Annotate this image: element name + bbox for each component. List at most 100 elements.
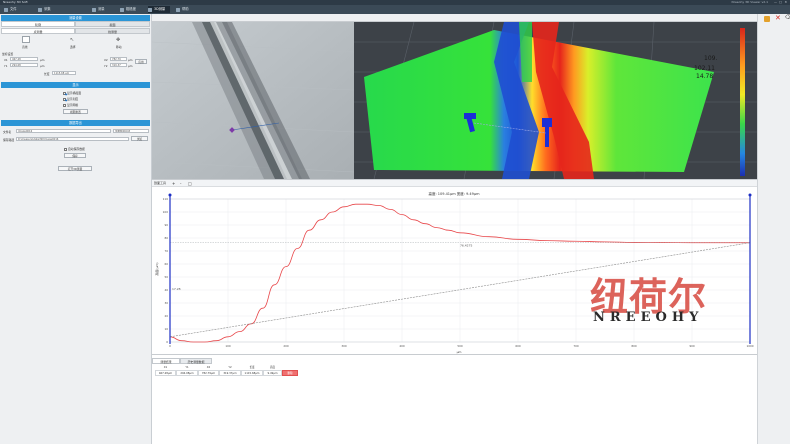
x-tick-label: 0 bbox=[169, 344, 171, 348]
apply-button[interactable]: 应用 bbox=[135, 59, 147, 64]
axis-label-1: 109. bbox=[704, 55, 717, 62]
tab-line-measure[interactable]: 线测量 bbox=[75, 28, 150, 34]
color-scale-bar bbox=[740, 28, 745, 176]
close-red-icon[interactable]: ✕ bbox=[775, 14, 781, 22]
y-tick-label: 100 bbox=[163, 210, 169, 214]
export-format-select[interactable]: 测量数据存储 bbox=[113, 129, 149, 133]
length-field: 1115.68 μm bbox=[52, 71, 76, 75]
view-reset-button[interactable]: 视图重置 bbox=[63, 109, 88, 114]
right-toolbar: ✕ ⌫ bbox=[757, 14, 790, 444]
reference-label: 76.4275 bbox=[460, 244, 472, 248]
x2-unit: μm bbox=[128, 58, 133, 62]
chart-ticks: 0 100 200 300 400 500 600 700 800 900 1000 0 10 20 30 4… bbox=[163, 197, 754, 348]
x2-label: X2 bbox=[104, 58, 108, 62]
coord-title: 坐标设置 bbox=[2, 52, 14, 56]
tab-section[interactable]: 截面 bbox=[75, 21, 150, 27]
x-tick-label: 600 bbox=[515, 344, 521, 348]
microscope-image[interactable] bbox=[152, 22, 354, 179]
axis-label-2: 102.11 bbox=[694, 65, 715, 72]
y-tick-label: 10 bbox=[164, 327, 168, 331]
y-tick-label: 0 bbox=[166, 340, 168, 344]
profile-chart-panel: 剖面工具 + - □ 高度: 109.41μm 宽度: 9.49μm μm 高度… bbox=[152, 179, 757, 354]
y-tick-label: 70 bbox=[164, 249, 168, 253]
toolbar-capture[interactable]: 采集 bbox=[38, 6, 51, 13]
tab-results[interactable]: 测量结果 bbox=[152, 358, 180, 364]
x-tick-label: 800 bbox=[631, 344, 637, 348]
left-panel: 测量设置 轮廓 截面 点测量 线测量 直线 ↖ 选择 ✥ 移动 坐标设置 X1 … bbox=[0, 14, 152, 444]
cursor-right-handle[interactable] bbox=[748, 193, 752, 197]
x-tick-label: 500 bbox=[457, 344, 463, 348]
section-display: 显示 bbox=[1, 82, 150, 88]
tool-line-label: 直线 bbox=[22, 45, 28, 49]
option-cross-section[interactable]: 显示横截面 bbox=[63, 91, 81, 95]
x1-label: X1 bbox=[4, 58, 8, 62]
chart-grid bbox=[169, 198, 751, 343]
cell-height: 9.49μm bbox=[263, 370, 282, 376]
option-scale[interactable]: 显示刻度 bbox=[63, 97, 78, 101]
chart-toolbar: 剖面工具 + - □ bbox=[152, 180, 757, 187]
y-tick-label: 40 bbox=[164, 288, 168, 292]
app-window: Nreeohy 3D Soft Nreeohy 3D Viewer v2.1 —… bbox=[0, 0, 790, 444]
delete-icon[interactable]: ⌫ bbox=[785, 14, 790, 21]
y-tick-label: 20 bbox=[164, 314, 168, 318]
profile-chart[interactable]: 高度: 109.41μm 宽度: 9.49μm μm 高度(μm) 0 100 20… bbox=[152, 187, 757, 355]
cell-y1: 294.08μm bbox=[176, 370, 198, 376]
toolbar-roughness[interactable]: 粗糙度 bbox=[120, 6, 136, 13]
x-tick-label: 700 bbox=[573, 344, 579, 348]
cell-x2: 782.79μm bbox=[198, 370, 219, 376]
save-button[interactable]: 保存 bbox=[64, 153, 86, 158]
auto-save-checkbox[interactable]: 自动保存数据 bbox=[64, 147, 85, 151]
chart-ylabel: 高度(μm) bbox=[154, 262, 159, 275]
tool-select-label: 选择 bbox=[70, 45, 76, 49]
y1-field[interactable]: 294.08 bbox=[10, 63, 38, 67]
y-tick-label: 30 bbox=[164, 301, 168, 305]
tool-select-icon[interactable]: ↖ bbox=[70, 37, 74, 43]
delete-row-button[interactable]: 删除 bbox=[282, 370, 298, 376]
y1-label: Y1 bbox=[4, 64, 8, 68]
x1-field[interactable]: 467.28 bbox=[10, 57, 38, 61]
y-tick-label: 50 bbox=[164, 275, 168, 279]
tool-line-icon[interactable] bbox=[22, 36, 30, 43]
browse-button[interactable]: 浏览 bbox=[131, 136, 148, 141]
tool-move-icon[interactable]: ✥ bbox=[116, 37, 120, 43]
cell-y2: 319.37μm bbox=[219, 370, 241, 376]
cell-x1: 467.28μm bbox=[155, 370, 176, 376]
axis-label-3: 14.78 bbox=[696, 73, 713, 80]
y2-field[interactable]: 319.37 bbox=[110, 63, 127, 67]
folder-icon[interactable] bbox=[764, 16, 770, 22]
x-tick-label: 100 bbox=[225, 344, 231, 348]
cursor-left-handle[interactable] bbox=[168, 193, 172, 197]
y-tick-label: 90 bbox=[164, 223, 168, 227]
fit-button[interactable]: □ bbox=[188, 180, 192, 187]
tab-point-measure[interactable]: 点测量 bbox=[1, 28, 75, 34]
x-tick-label: 900 bbox=[689, 344, 695, 348]
microscope-svg bbox=[152, 22, 354, 179]
save-path-field[interactable]: D:\measure\data\3D\Image0016 bbox=[16, 137, 129, 141]
zoom-in-button[interactable]: + bbox=[172, 180, 175, 187]
y2-label: Y2 bbox=[104, 64, 108, 68]
option-grid[interactable]: 显示网格 bbox=[63, 103, 78, 107]
tab-history[interactable]: 历史测量数据 bbox=[180, 358, 212, 364]
surface-3d-svg: 109. 102.11 14.78 bbox=[354, 22, 757, 179]
toolbar-measure[interactable]: 测量 bbox=[92, 6, 105, 13]
x-tick-label: 1000 bbox=[746, 344, 753, 348]
results-panel: 测量结果 历史测量数据 X1 Y1 X2 Y2 长度 高度 467.28μm 2… bbox=[152, 354, 757, 444]
y-tick-label: 110 bbox=[163, 197, 169, 201]
save-path-label: 保存路径 bbox=[3, 138, 15, 142]
zoom-out-button[interactable]: - bbox=[180, 180, 181, 187]
chart-tool-label: 剖面工具 bbox=[154, 181, 167, 185]
open-3d-button[interactable]: 打开3D测量 bbox=[58, 166, 92, 171]
x2-field[interactable]: 782.79 bbox=[110, 57, 127, 61]
export-filename-field[interactable]: Image0016 bbox=[16, 129, 111, 133]
surface-3d-view[interactable]: 109. 102.11 14.78 bbox=[354, 22, 757, 179]
toolbar-help[interactable]: 帮助 bbox=[176, 6, 189, 13]
toolbar-3d-measure[interactable]: 3D测量 bbox=[148, 6, 170, 13]
toolbar-file[interactable]: 文件 bbox=[4, 6, 17, 13]
tab-profile[interactable]: 轮廓 bbox=[1, 21, 75, 27]
view-header bbox=[152, 14, 757, 22]
left-marker-label: 17.28 bbox=[172, 287, 181, 291]
y-tick-label: 80 bbox=[164, 236, 168, 240]
chart-title: 高度: 109.41μm 宽度: 9.49μm bbox=[428, 191, 480, 196]
cell-length: 1115.68μm bbox=[241, 370, 263, 376]
main-toolbar: 文件 采集 测量 粗糙度 3D测量 帮助 bbox=[0, 5, 790, 14]
